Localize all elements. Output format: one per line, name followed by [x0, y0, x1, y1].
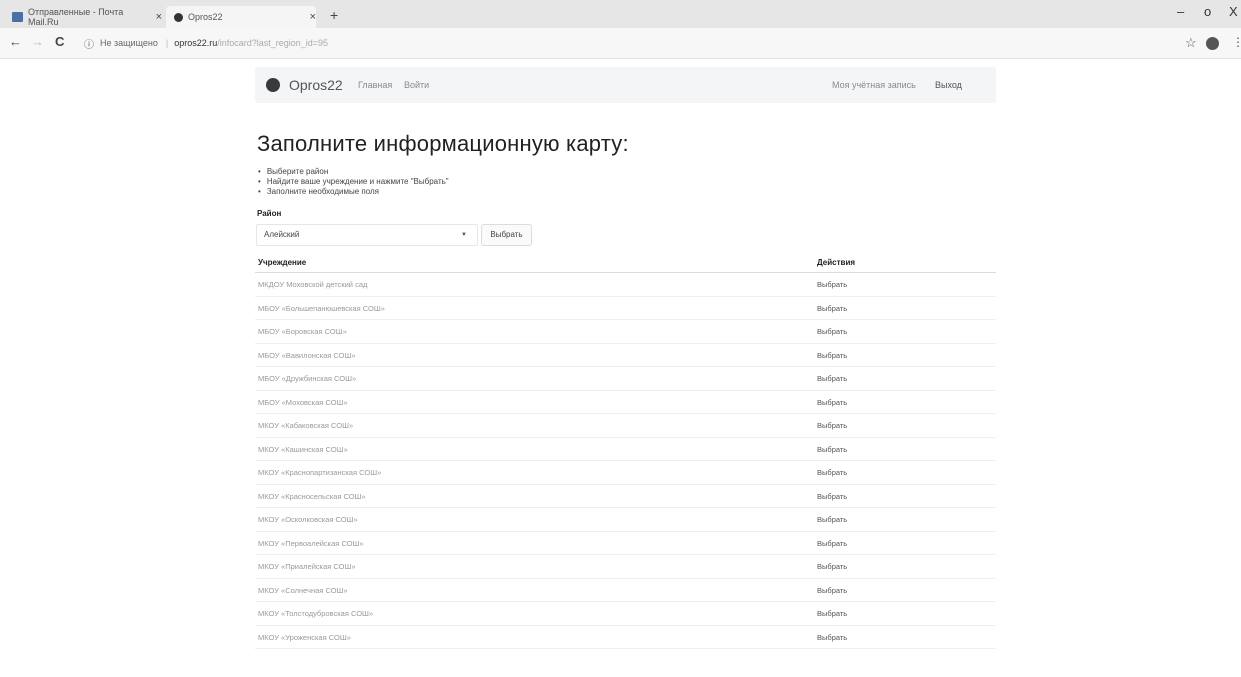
institution-name-link[interactable]: МБОУ «Дружбинская СОШ»	[258, 374, 356, 383]
instruction-item: Найдите ваше учреждение и нажмите "Выбра…	[258, 177, 449, 187]
institution-name-link[interactable]: МБОУ «Боровская СОШ»	[258, 327, 347, 336]
institution-name-link[interactable]: МКОУ «Приалейская СОШ»	[258, 562, 356, 571]
profile-avatar[interactable]	[1206, 37, 1219, 50]
table-row: МКОУ «Кабаковская СОШ» Выбрать	[255, 414, 996, 438]
select-institution-link[interactable]: Выбрать	[817, 351, 847, 360]
select-institution-link[interactable]: Выбрать	[817, 304, 847, 313]
select-institution-link[interactable]: Выбрать	[817, 445, 847, 454]
table-row: МКОУ «Красносельская СОШ» Выбрать	[255, 485, 996, 508]
close-tab-icon[interactable]: ×	[156, 11, 162, 23]
table-row: МКОУ «Краснопартизанская СОШ» Выбрать	[255, 461, 996, 485]
select-institution-link[interactable]: Выбрать	[817, 633, 847, 642]
institution-name-link[interactable]: МКОУ «Толстодубровская СОШ»	[258, 609, 373, 618]
tab-title: Opros22	[188, 12, 223, 22]
table-row: МБОУ «Вавилонская СОШ» Выбрать	[255, 344, 996, 367]
select-institution-link[interactable]: Выбрать	[817, 492, 847, 501]
instruction-item: Выберите район	[258, 167, 449, 177]
table-row: МКОУ «Приалейская СОШ» Выбрать	[255, 555, 996, 579]
select-institution-link[interactable]: Выбрать	[817, 539, 847, 548]
forward-button[interactable]: →	[31, 34, 44, 49]
select-institution-link[interactable]: Выбрать	[817, 586, 847, 595]
table-row: МКОУ «Осколковская СОШ» Выбрать	[255, 508, 996, 532]
close-tab-icon[interactable]: ×	[310, 11, 316, 23]
select-institution-link[interactable]: Выбрать	[817, 609, 847, 618]
table-row: МБОУ «Большепанюшевская СОШ» Выбрать	[255, 297, 996, 320]
select-institution-link[interactable]: Выбрать	[817, 421, 847, 430]
table-row: МКОУ «Первоалейская СОШ» Выбрать	[255, 532, 996, 555]
institution-name-link[interactable]: МБОУ «Моховская СОШ»	[258, 398, 348, 407]
nav-account-link[interactable]: Моя учётная запись	[832, 80, 916, 90]
institution-name-link[interactable]: МКОУ «Солнечная СОШ»	[258, 586, 348, 595]
select-institution-link[interactable]: Выбрать	[817, 398, 847, 407]
select-institution-link[interactable]: Выбрать	[817, 280, 847, 289]
bookmark-star-icon[interactable]: ☆	[1185, 35, 1197, 51]
url-field[interactable]: ⓘ Не защищено | opros22.ru /infocard?las…	[84, 33, 1174, 53]
table-row: МБОУ «Боровская СОШ» Выбрать	[255, 320, 996, 344]
page-title: Заполните информационную карту:	[257, 131, 629, 156]
institution-name-link[interactable]: МКОУ «Первоалейская СОШ»	[258, 539, 364, 548]
tab-mail[interactable]: Отправленные - Почта Mail.Ru ×	[12, 6, 162, 28]
maximize-button[interactable]: o	[1204, 4, 1211, 19]
minimize-button[interactable]: –	[1177, 4, 1184, 19]
table-row: МКОУ «Кашинская СОШ» Выбрать	[255, 438, 996, 461]
institution-name-link[interactable]: МБОУ «Большепанюшевская СОШ»	[258, 304, 385, 313]
select-institution-link[interactable]: Выбрать	[817, 515, 847, 524]
new-tab-button[interactable]: +	[330, 7, 338, 23]
select-institution-link[interactable]: Выбрать	[817, 374, 847, 383]
select-institution-link[interactable]: Выбрать	[817, 562, 847, 571]
table-row: МКОУ «Толстодубровская СОШ» Выбрать	[255, 602, 996, 626]
reload-button[interactable]: C	[55, 34, 64, 49]
menu-icon[interactable]: ⋮	[1232, 35, 1241, 49]
tab-opros22[interactable]: Opros22 ×	[166, 6, 316, 28]
address-bar-row: ← → C ⓘ Не защищено | opros22.ru /infoca…	[0, 28, 1241, 59]
institution-name-link[interactable]: МКОУ «Уроженская СОШ»	[258, 633, 351, 642]
instruction-item: Заполните необходимые поля	[258, 187, 449, 197]
close-window-button[interactable]: X	[1229, 4, 1238, 19]
security-label: Не защищено	[100, 38, 158, 48]
back-button[interactable]: ←	[9, 34, 22, 49]
district-select-value: Алейский	[264, 230, 300, 239]
choose-district-button[interactable]: Выбрать	[481, 224, 532, 246]
browser-tab-bar: Отправленные - Почта Mail.Ru × Opros22 ×…	[0, 0, 1241, 28]
instructions-list: Выберите район Найдите ваше учреждение и…	[258, 167, 449, 197]
url-separator: |	[165, 38, 169, 48]
table-row: МБОУ «Дружбинская СОШ» Выбрать	[255, 367, 996, 391]
table-row: МКОУ «Солнечная СОШ» Выбрать	[255, 579, 996, 602]
site-navbar: Opros22 Главная Войти Моя учётная запись…	[255, 67, 996, 103]
column-header-institution: Учреждение	[258, 258, 307, 267]
url-host: opros22.ru	[174, 38, 218, 48]
table-row: МКДОУ Моховской детский сад Выбрать	[255, 273, 996, 297]
info-icon[interactable]: ⓘ	[84, 36, 94, 51]
table-row: МКОУ «Уроженская СОШ» Выбрать	[255, 626, 996, 649]
district-label: Район	[257, 209, 282, 218]
brand-link[interactable]: Opros22	[289, 77, 343, 93]
table-row: МБОУ «Моховская СОШ» Выбрать	[255, 391, 996, 414]
logo-icon	[266, 78, 280, 92]
opros-favicon-icon	[174, 12, 183, 22]
institution-name-link[interactable]: МКОУ «Красносельская СОШ»	[258, 492, 366, 501]
institution-name-link[interactable]: МКОУ «Осколковская СОШ»	[258, 515, 358, 524]
column-header-actions: Действия	[817, 258, 856, 267]
chevron-down-icon: ▼	[461, 232, 467, 238]
tab-title: Отправленные - Почта Mail.Ru	[27, 7, 124, 27]
nav-login-link[interactable]: Войти	[404, 80, 429, 90]
url-path: /infocard?last_region_id=95	[217, 38, 329, 48]
institution-name-link[interactable]: МКОУ «Краснопартизанская СОШ»	[258, 468, 381, 477]
nav-home-link[interactable]: Главная	[358, 80, 392, 90]
institution-name-link[interactable]: МКОУ «Кашинская СОШ»	[258, 445, 348, 454]
district-select[interactable]: Алейский ▼	[256, 224, 478, 246]
institution-name-link[interactable]: МБОУ «Вавилонская СОШ»	[258, 351, 356, 360]
institution-name-link[interactable]: МКОУ «Кабаковская СОШ»	[258, 421, 353, 430]
mail-favicon-icon	[12, 12, 23, 22]
select-institution-link[interactable]: Выбрать	[817, 468, 847, 477]
select-institution-link[interactable]: Выбрать	[817, 327, 847, 336]
institution-name-link[interactable]: МКДОУ Моховской детский сад	[258, 280, 367, 289]
nav-logout-link[interactable]: Выход	[935, 80, 962, 90]
